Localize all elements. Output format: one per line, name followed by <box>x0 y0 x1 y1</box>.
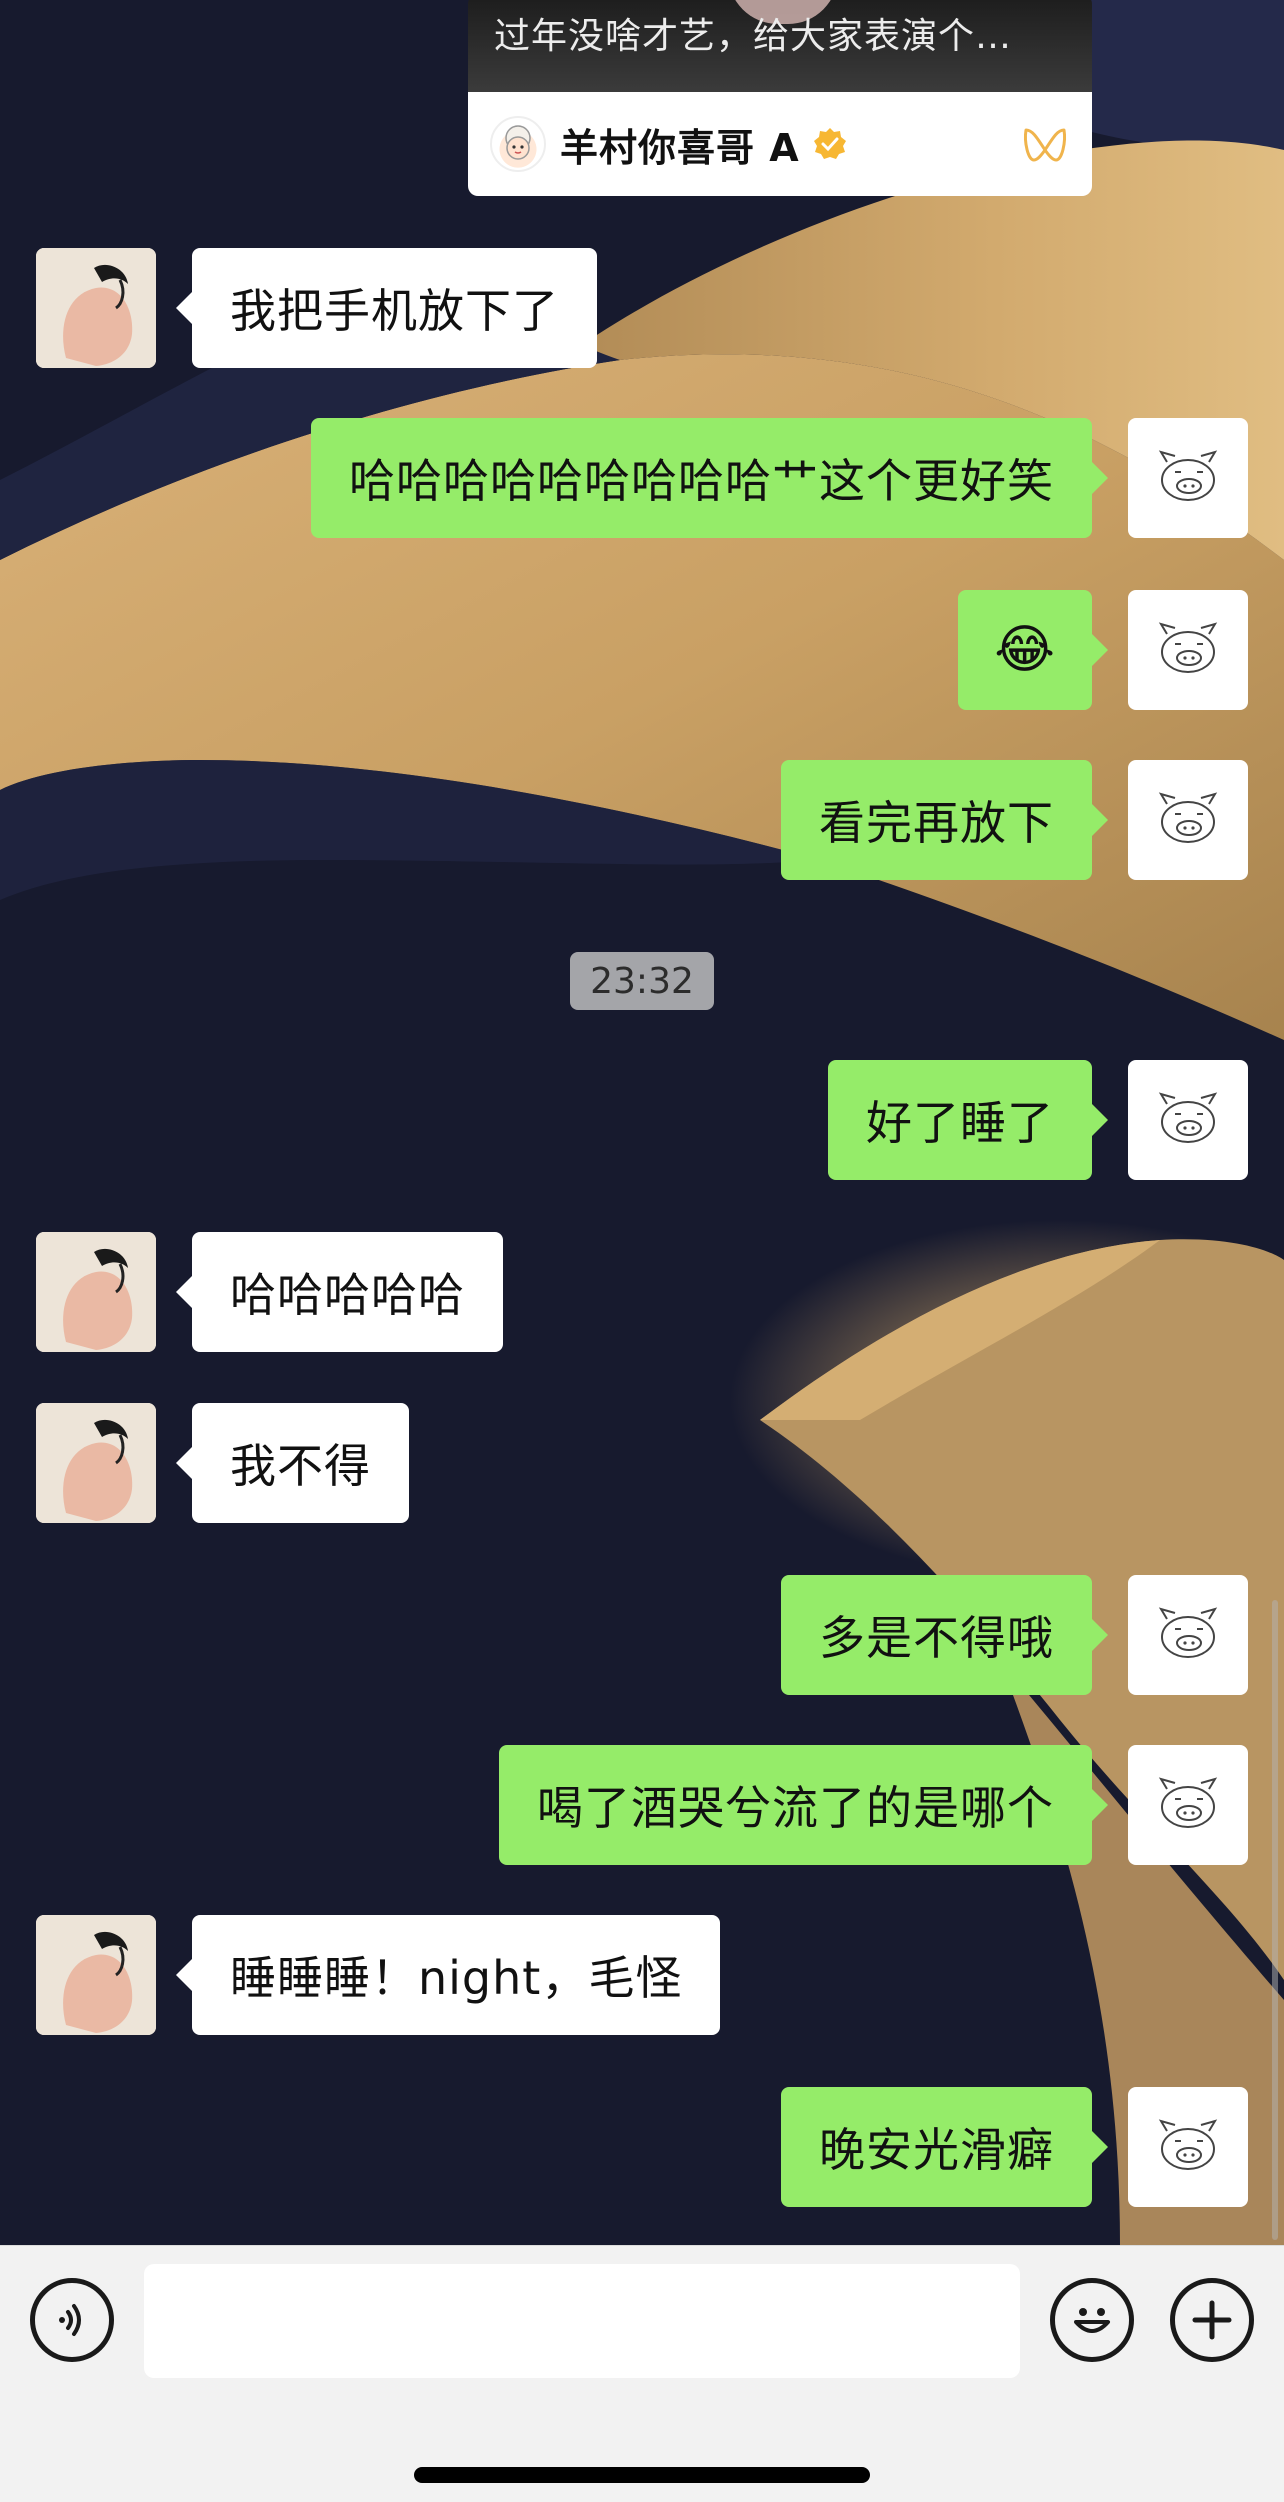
contact-avatar[interactable] <box>36 1232 156 1352</box>
verified-badge-icon <box>813 128 846 159</box>
shared-video-card[interactable]: 过年没啥才艺，给大家表演个… 羊村你喜哥 A <box>468 0 1092 196</box>
more-button[interactable] <box>1170 2278 1254 2362</box>
emoji-icon <box>1074 2308 1110 2333</box>
message-received: 我把手机放下了 <box>36 248 597 368</box>
message-sent: 多是不得哦 <box>781 1575 1248 1695</box>
author-name: 羊村你喜哥 A <box>560 125 800 170</box>
author-avatar <box>490 116 546 172</box>
chat-input-bar <box>0 2245 1284 2502</box>
message-input[interactable] <box>144 2264 1020 2378</box>
message-sent: 喝了酒哭兮流了的是哪个 <box>499 1745 1248 1865</box>
my-avatar[interactable] <box>1128 590 1248 710</box>
message-bubble[interactable]: 哈哈哈哈哈哈哈哈哈艹这个更好笑 <box>311 418 1108 538</box>
message-bubble[interactable]: 我把手机放下了 <box>176 248 597 368</box>
message-received: 我不得 <box>36 1403 409 1523</box>
scrollbar[interactable] <box>1272 1600 1278 2240</box>
channels-icon <box>1024 128 1066 162</box>
tears-of-joy-emoji: 😂 <box>994 620 1056 680</box>
message-sent: 😂 <box>958 590 1248 710</box>
message-sent: 好了睡了 <box>828 1060 1248 1180</box>
message-received: 哈哈哈哈哈 <box>36 1232 503 1352</box>
home-indicator[interactable] <box>414 2467 870 2483</box>
contact-avatar[interactable] <box>36 1403 156 1523</box>
my-avatar[interactable] <box>1128 760 1248 880</box>
my-avatar[interactable] <box>1128 1745 1248 1865</box>
message-sent: 晚安光滑癖 <box>781 2087 1248 2207</box>
author-bar[interactable]: 羊村你喜哥 A <box>468 92 1092 196</box>
video-preview[interactable]: 过年没啥才艺，给大家表演个… <box>468 0 1092 92</box>
plus-icon <box>1192 2300 1232 2340</box>
voice-button[interactable] <box>30 2278 114 2362</box>
my-avatar[interactable] <box>1128 2087 1248 2207</box>
message-received: 睡睡睡！night，毛怪 <box>36 1915 721 2035</box>
message-bubble[interactable]: 睡睡睡！night，毛怪 <box>175 1915 721 2035</box>
message-bubble[interactable]: 多是不得哦 <box>781 1575 1108 1695</box>
emoji-button[interactable] <box>1050 2278 1134 2362</box>
message-bubble[interactable]: 哈哈哈哈哈 <box>176 1232 503 1352</box>
message-bubble[interactable]: 看完再放下 <box>781 760 1108 880</box>
message-bubble[interactable]: 😂 <box>958 590 1108 710</box>
contact-avatar[interactable] <box>36 248 156 368</box>
my-avatar[interactable] <box>1128 1060 1248 1180</box>
voice-icon <box>59 2304 81 2336</box>
my-avatar[interactable] <box>1128 1575 1248 1695</box>
message-timestamp: 23:32 <box>570 952 714 1010</box>
my-avatar[interactable] <box>1128 418 1248 538</box>
message-bubble[interactable]: 喝了酒哭兮流了的是哪个 <box>499 1745 1108 1865</box>
message-bubble[interactable]: 好了睡了 <box>828 1060 1108 1180</box>
message-bubble[interactable]: 晚安光滑癖 <box>781 2087 1108 2207</box>
video-title: 过年没啥才艺，给大家表演个… <box>494 16 1013 57</box>
message-bubble[interactable]: 我不得 <box>176 1403 409 1523</box>
contact-avatar[interactable] <box>36 1915 156 2035</box>
message-sent: 看完再放下 <box>781 760 1248 880</box>
message-sent: 哈哈哈哈哈哈哈哈哈艹这个更好笑 <box>311 418 1248 538</box>
